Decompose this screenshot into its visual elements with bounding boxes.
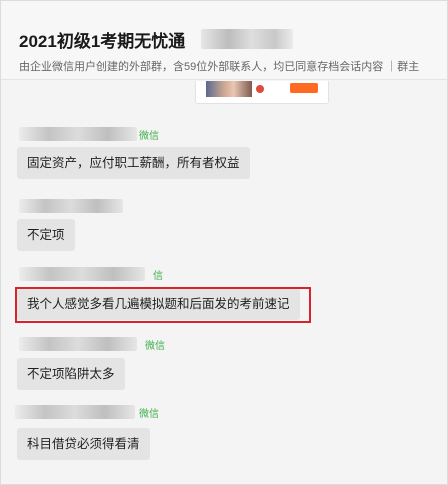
sender-name-redaction xyxy=(19,337,137,351)
message-bubble[interactable]: 我个人感觉多看几遍模拟题和后面发的考前速记 xyxy=(17,288,300,320)
message-sender: 微信 xyxy=(15,405,165,420)
message-sender: 信 xyxy=(19,267,169,282)
message-sender: 微信 xyxy=(19,127,159,142)
title-redaction xyxy=(201,29,293,49)
group-subtitle: 由企业微信用户创建的外部群，含59位外部联系人，均已同意存档会话内容 ｜群主 xyxy=(19,61,420,73)
wechat-tag: 微信 xyxy=(139,131,159,142)
sender-name-redaction xyxy=(15,405,135,419)
sender-name-redaction xyxy=(19,127,137,141)
preview-button[interactable] xyxy=(290,83,318,93)
preview-thumbnail xyxy=(206,81,252,97)
message-bubble[interactable]: 固定资产，应付职工薪酬，所有者权益 xyxy=(17,147,250,179)
wechat-tag: 微信 xyxy=(145,341,165,352)
message-bubble[interactable]: 不定项 xyxy=(17,219,75,251)
group-title: 2021初级1考期无忧通 xyxy=(19,32,186,51)
message-sender xyxy=(19,199,139,213)
message-sender: 微信 xyxy=(19,337,169,352)
chat-header: 2021初级1考期无忧通 由企业微信用户创建的外部群，含59位外部联系人，均已同… xyxy=(1,1,447,80)
wechat-tag: 信 xyxy=(153,271,163,282)
shared-link-preview[interactable] xyxy=(195,81,329,104)
sender-name-redaction xyxy=(19,267,145,281)
wechat-tag: 微信 xyxy=(139,409,159,420)
sender-name-redaction xyxy=(19,199,123,213)
chat-window: 2021初级1考期无忧通 由企业微信用户创建的外部群，含59位外部联系人，均已同… xyxy=(0,0,448,485)
message-bubble[interactable]: 科目借贷必须得看清 xyxy=(17,428,150,460)
preview-badge xyxy=(256,85,264,93)
message-bubble[interactable]: 不定项陷阱太多 xyxy=(17,358,125,390)
